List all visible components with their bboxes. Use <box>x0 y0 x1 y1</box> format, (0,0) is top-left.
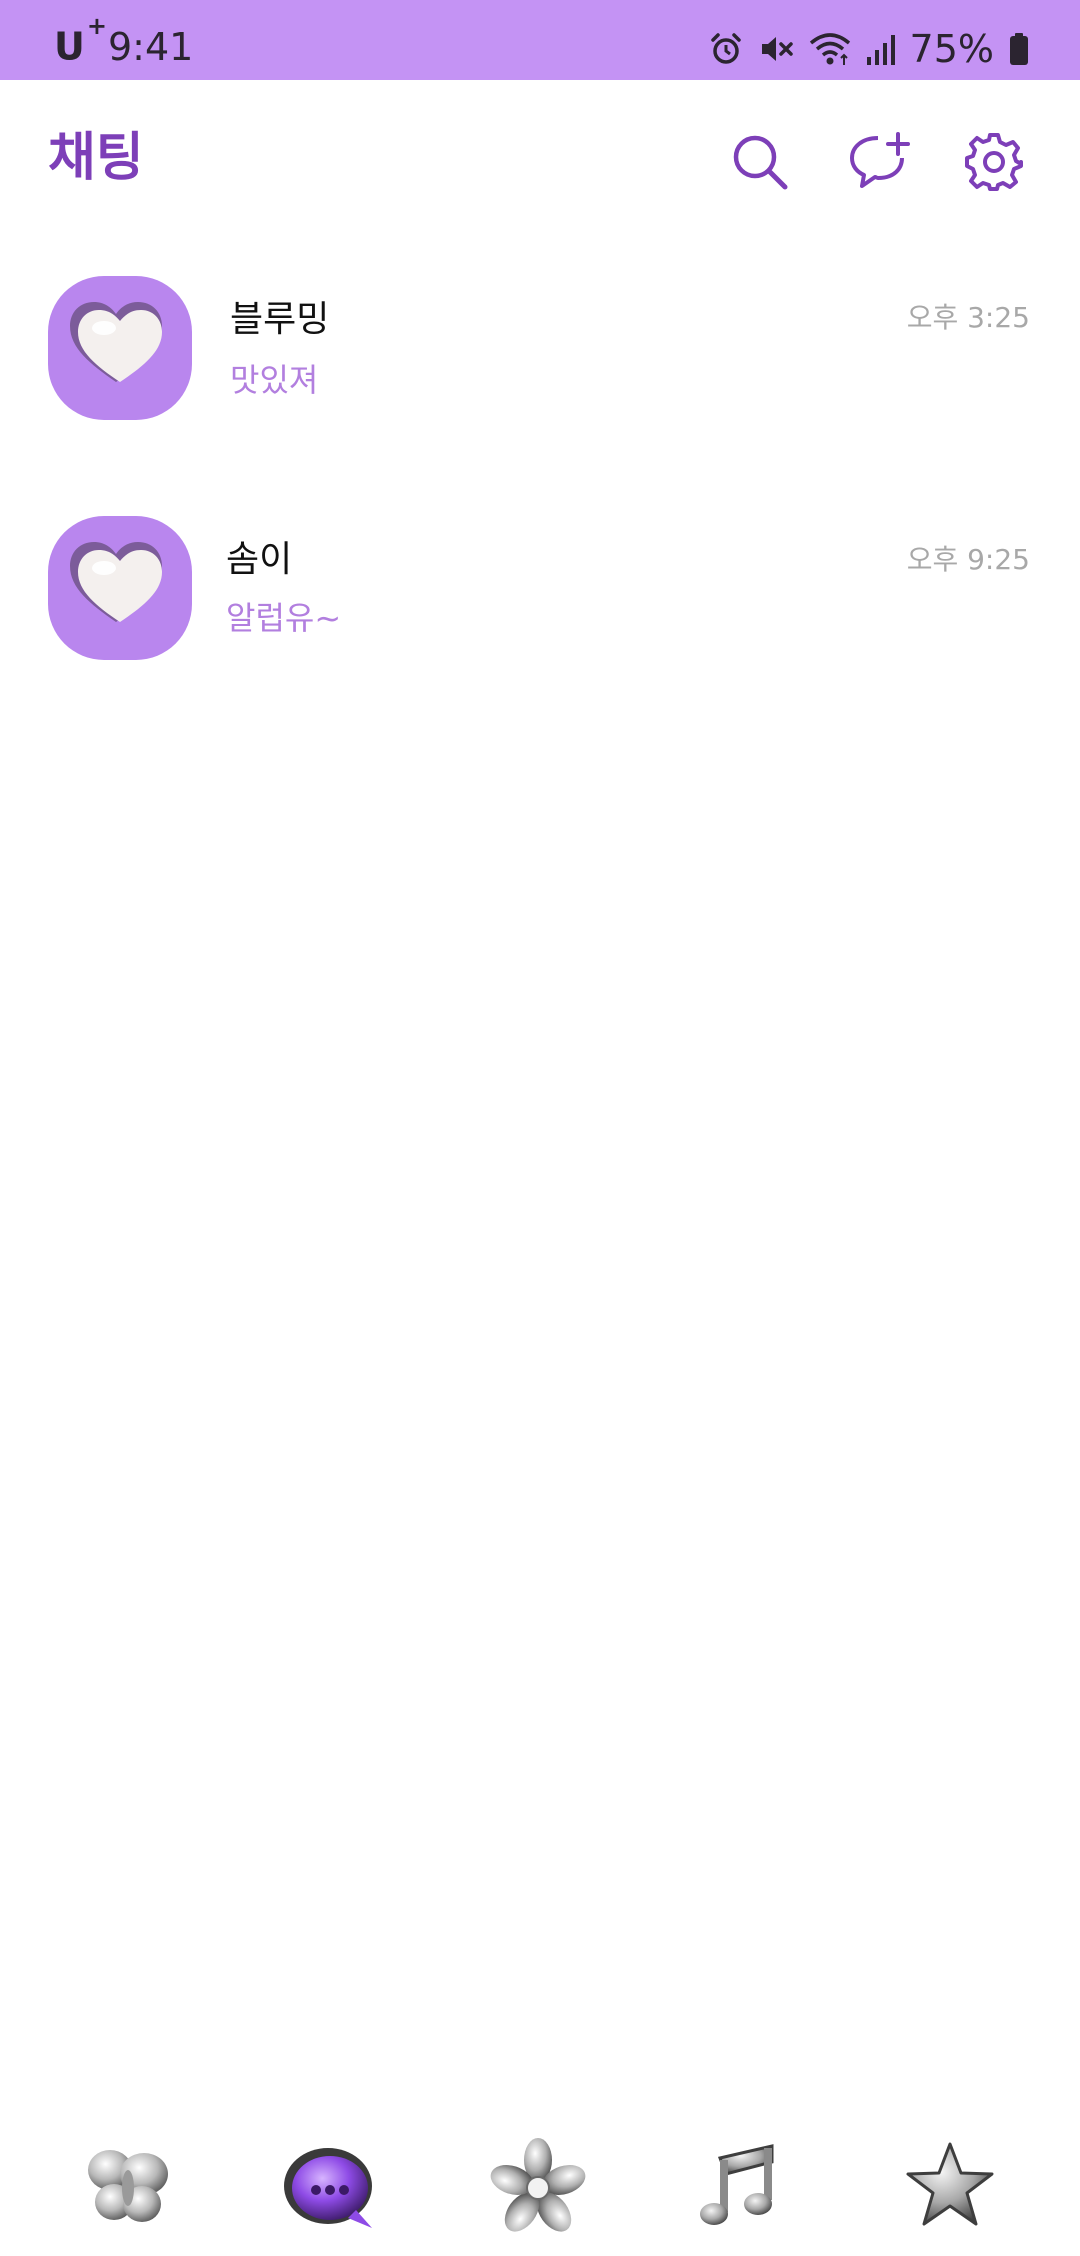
status-time: 9:41 <box>108 25 194 69</box>
chat-time: 오후 3:25 <box>906 301 1030 334</box>
chat-list-item[interactable]: 블루밍 맛있져 오후 3:25 <box>0 250 1080 460</box>
settings-button[interactable] <box>962 130 1026 194</box>
search-button[interactable] <box>728 130 792 194</box>
carrier-plus: + <box>86 12 107 40</box>
carrier-label: U+ <box>54 14 107 69</box>
chat-preview: 맛있져 <box>230 361 319 399</box>
nav-item-flower[interactable] <box>478 2126 598 2246</box>
avatar <box>48 276 192 420</box>
new-chat-icon <box>850 132 910 188</box>
alarm-icon <box>710 33 741 64</box>
heart-icon <box>70 302 162 382</box>
mute-icon <box>761 37 793 61</box>
flower-icon <box>490 2138 586 2232</box>
chat-name: 솜이 <box>226 539 293 580</box>
chat-preview: 알럽유~ <box>226 599 342 637</box>
chat-name: 블루밍 <box>230 299 330 340</box>
header: 채팅 <box>0 80 1080 250</box>
status-icons: 75% <box>708 28 1030 70</box>
nav-item-chats[interactable] <box>270 2126 390 2246</box>
star-icon <box>906 2142 994 2226</box>
nav-item-butterfly[interactable] <box>68 2126 188 2246</box>
nav-item-music[interactable] <box>680 2126 800 2246</box>
avatar <box>48 516 192 660</box>
settings-icon <box>965 133 1023 191</box>
new-chat-button[interactable] <box>848 130 912 194</box>
wifi-icon <box>809 33 850 65</box>
signal-icon <box>866 35 895 65</box>
butterfly-icon <box>88 2150 168 2222</box>
chat-list-item[interactable]: 솜이 알럽유~ 오후 9:25 <box>0 490 1080 700</box>
chat-bubble-icon <box>284 2148 372 2228</box>
battery-percent: 75% <box>909 27 994 71</box>
nav-item-star[interactable] <box>890 2126 1010 2246</box>
music-note-icon <box>700 2144 774 2225</box>
search-icon <box>733 135 788 190</box>
chat-time: 오후 9:25 <box>906 543 1030 576</box>
heart-icon <box>70 542 162 622</box>
status-bar: U+ 9:41 75% <box>0 0 1080 80</box>
bottom-nav <box>0 2120 1080 2256</box>
carrier-text: U <box>54 24 85 69</box>
battery-icon <box>1010 33 1028 65</box>
page-title: 채팅 <box>48 128 144 188</box>
